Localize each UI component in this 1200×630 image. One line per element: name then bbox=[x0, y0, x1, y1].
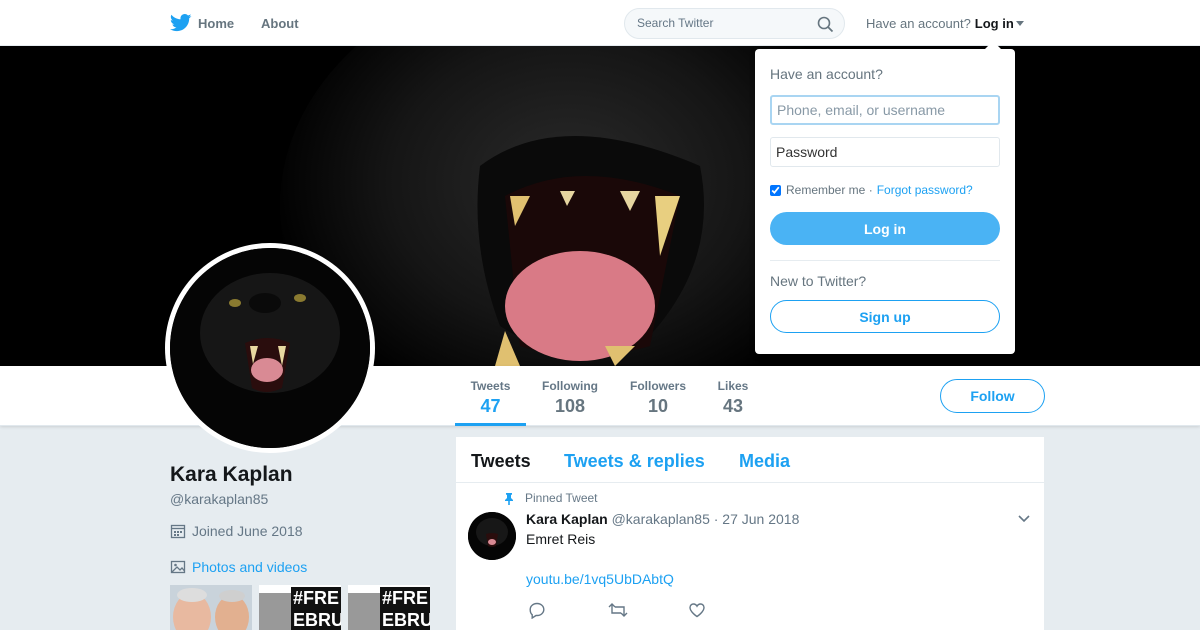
media-thumbnail[interactable] bbox=[170, 585, 252, 630]
twitter-bird-icon bbox=[170, 14, 192, 32]
search-icon[interactable] bbox=[817, 16, 834, 33]
profile-handle[interactable]: @karakaplan85 bbox=[170, 491, 268, 507]
top-navbar: Home About Have an account? Log in bbox=[0, 0, 1200, 46]
signup-button[interactable]: Sign up bbox=[770, 300, 1000, 333]
tweet-avatar[interactable] bbox=[468, 512, 516, 560]
thumbnail-building-image bbox=[348, 593, 382, 630]
nav-home[interactable]: Home bbox=[170, 0, 234, 46]
login-button[interactable]: Log in bbox=[770, 212, 1000, 245]
thumbnail-building-image bbox=[259, 593, 293, 630]
avatar-panther-image bbox=[170, 248, 370, 448]
tab-media[interactable]: Media bbox=[739, 451, 790, 472]
stat-tweets-label: Tweets bbox=[470, 379, 511, 393]
avatar-image bbox=[170, 248, 370, 448]
pinned-label: Pinned Tweet bbox=[525, 491, 598, 505]
stat-followers-label: Followers bbox=[629, 379, 686, 393]
joined-date: Joined June 2018 bbox=[170, 523, 303, 539]
media-thumbnail[interactable]: #FRE EBRU bbox=[259, 585, 341, 630]
stat-tweets[interactable]: Tweets 47 bbox=[455, 366, 526, 426]
tweet-handle-date[interactable]: @karakaplan85 · 27 Jun 2018 bbox=[612, 511, 800, 527]
joined-text: Joined June 2018 bbox=[192, 523, 303, 539]
tweet-avatar-image bbox=[468, 512, 516, 560]
pinned-tweet[interactable]: Pinned Tweet Kara Kaplan @karakaplan85 ·… bbox=[456, 483, 1044, 630]
retweet-icon[interactable] bbox=[608, 601, 628, 619]
new-to-twitter-text: New to Twitter? bbox=[770, 273, 867, 289]
have-account-text: Have an account? bbox=[866, 15, 971, 31]
calendar-icon bbox=[170, 524, 186, 539]
login-dropdown: Have an account? Remember me · Forgot pa… bbox=[755, 41, 1015, 354]
nav-home-label: Home bbox=[198, 15, 235, 31]
photos-label: Photos and videos bbox=[192, 559, 308, 575]
thumbnail-faces-image bbox=[170, 585, 252, 630]
search-box[interactable] bbox=[624, 8, 845, 39]
stat-likes-label: Likes bbox=[717, 379, 749, 393]
login-dropdown-title: Have an account? bbox=[770, 66, 883, 82]
remember-row: Remember me · Forgot password? bbox=[770, 183, 973, 197]
stat-followers-value: 10 bbox=[647, 396, 669, 416]
thumbnail-hashtag-text: #FRE EBRU bbox=[291, 587, 341, 630]
reply-icon[interactable] bbox=[528, 601, 546, 619]
stat-followers[interactable]: Followers 10 bbox=[623, 366, 693, 426]
search-input[interactable] bbox=[637, 16, 807, 30]
login-prompt: Have an account? Log in bbox=[866, 0, 1024, 46]
pin-icon bbox=[505, 492, 513, 505]
stat-following[interactable]: Following 108 bbox=[536, 366, 604, 426]
pinned-indicator: Pinned Tweet bbox=[503, 491, 598, 505]
tab-tweets-replies[interactable]: Tweets & replies bbox=[564, 451, 705, 472]
caret-down-icon bbox=[1015, 20, 1024, 26]
timeline-tabs: Tweets Tweets & replies Media bbox=[456, 437, 1044, 483]
tweet-link[interactable]: youtu.be/1vq5UbDAbtQ bbox=[526, 571, 674, 587]
nav-about[interactable]: About bbox=[261, 0, 299, 46]
thumbnail-hashtag-text: #FRE EBRU bbox=[380, 587, 430, 630]
tweet-header: Kara Kaplan @karakaplan85 · 27 Jun 2018 bbox=[526, 511, 799, 527]
login-link-label: Log in bbox=[974, 15, 1014, 31]
stat-tweets-value: 47 bbox=[480, 396, 501, 416]
remember-me-checkbox[interactable] bbox=[770, 184, 781, 196]
password-field[interactable] bbox=[770, 137, 1000, 167]
photo-icon bbox=[170, 560, 186, 574]
stat-likes[interactable]: Likes 43 bbox=[711, 366, 755, 426]
heart-icon[interactable] bbox=[688, 601, 706, 619]
stat-following-label: Following bbox=[542, 379, 598, 393]
dropdown-arrow bbox=[985, 41, 1001, 49]
dropdown-divider bbox=[770, 260, 1000, 261]
chevron-down-icon[interactable] bbox=[1017, 513, 1031, 523]
login-dropdown-toggle[interactable]: Log in bbox=[975, 16, 1024, 31]
timeline: Tweets Tweets & replies Media Pinned Twe… bbox=[456, 437, 1044, 630]
tab-tweets[interactable]: Tweets bbox=[471, 451, 531, 472]
tweet-text: Emret Reis bbox=[526, 531, 596, 547]
tweet-author-name[interactable]: Kara Kaplan bbox=[526, 511, 608, 527]
remember-me-label[interactable]: Remember me · bbox=[786, 183, 873, 197]
media-thumbnail[interactable]: #FRE EBRU bbox=[348, 585, 430, 630]
profile-name[interactable]: Kara Kaplan bbox=[170, 463, 293, 487]
photos-videos-link[interactable]: Photos and videos bbox=[170, 559, 307, 575]
username-field[interactable] bbox=[770, 95, 1000, 125]
follow-button[interactable]: Follow bbox=[940, 379, 1045, 413]
stat-following-value: 108 bbox=[554, 396, 586, 416]
forgot-password-link[interactable]: Forgot password? bbox=[877, 183, 973, 197]
profile-avatar[interactable] bbox=[165, 243, 375, 453]
stat-likes-value: 43 bbox=[722, 396, 744, 416]
